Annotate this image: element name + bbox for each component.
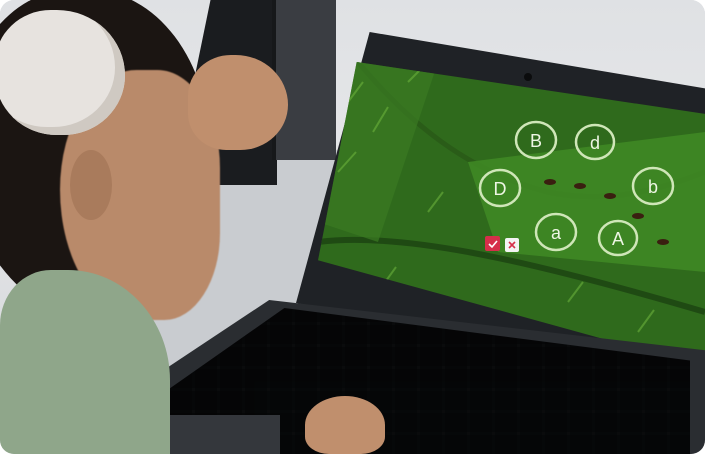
tile-letter: B — [530, 131, 542, 151]
webcam — [524, 73, 532, 81]
check-button[interactable] — [485, 236, 500, 251]
tile-letter: d — [590, 133, 600, 153]
tile-letter: a — [551, 223, 562, 243]
child-ear — [70, 150, 112, 220]
close-button[interactable] — [505, 238, 519, 252]
child-hand — [305, 396, 385, 454]
other-child-hand — [188, 55, 288, 150]
tile-letter: D — [494, 179, 507, 199]
tile-letter: b — [648, 177, 658, 197]
photo-frame: B d D b a A — [0, 0, 705, 454]
tile-letter: A — [612, 229, 624, 249]
